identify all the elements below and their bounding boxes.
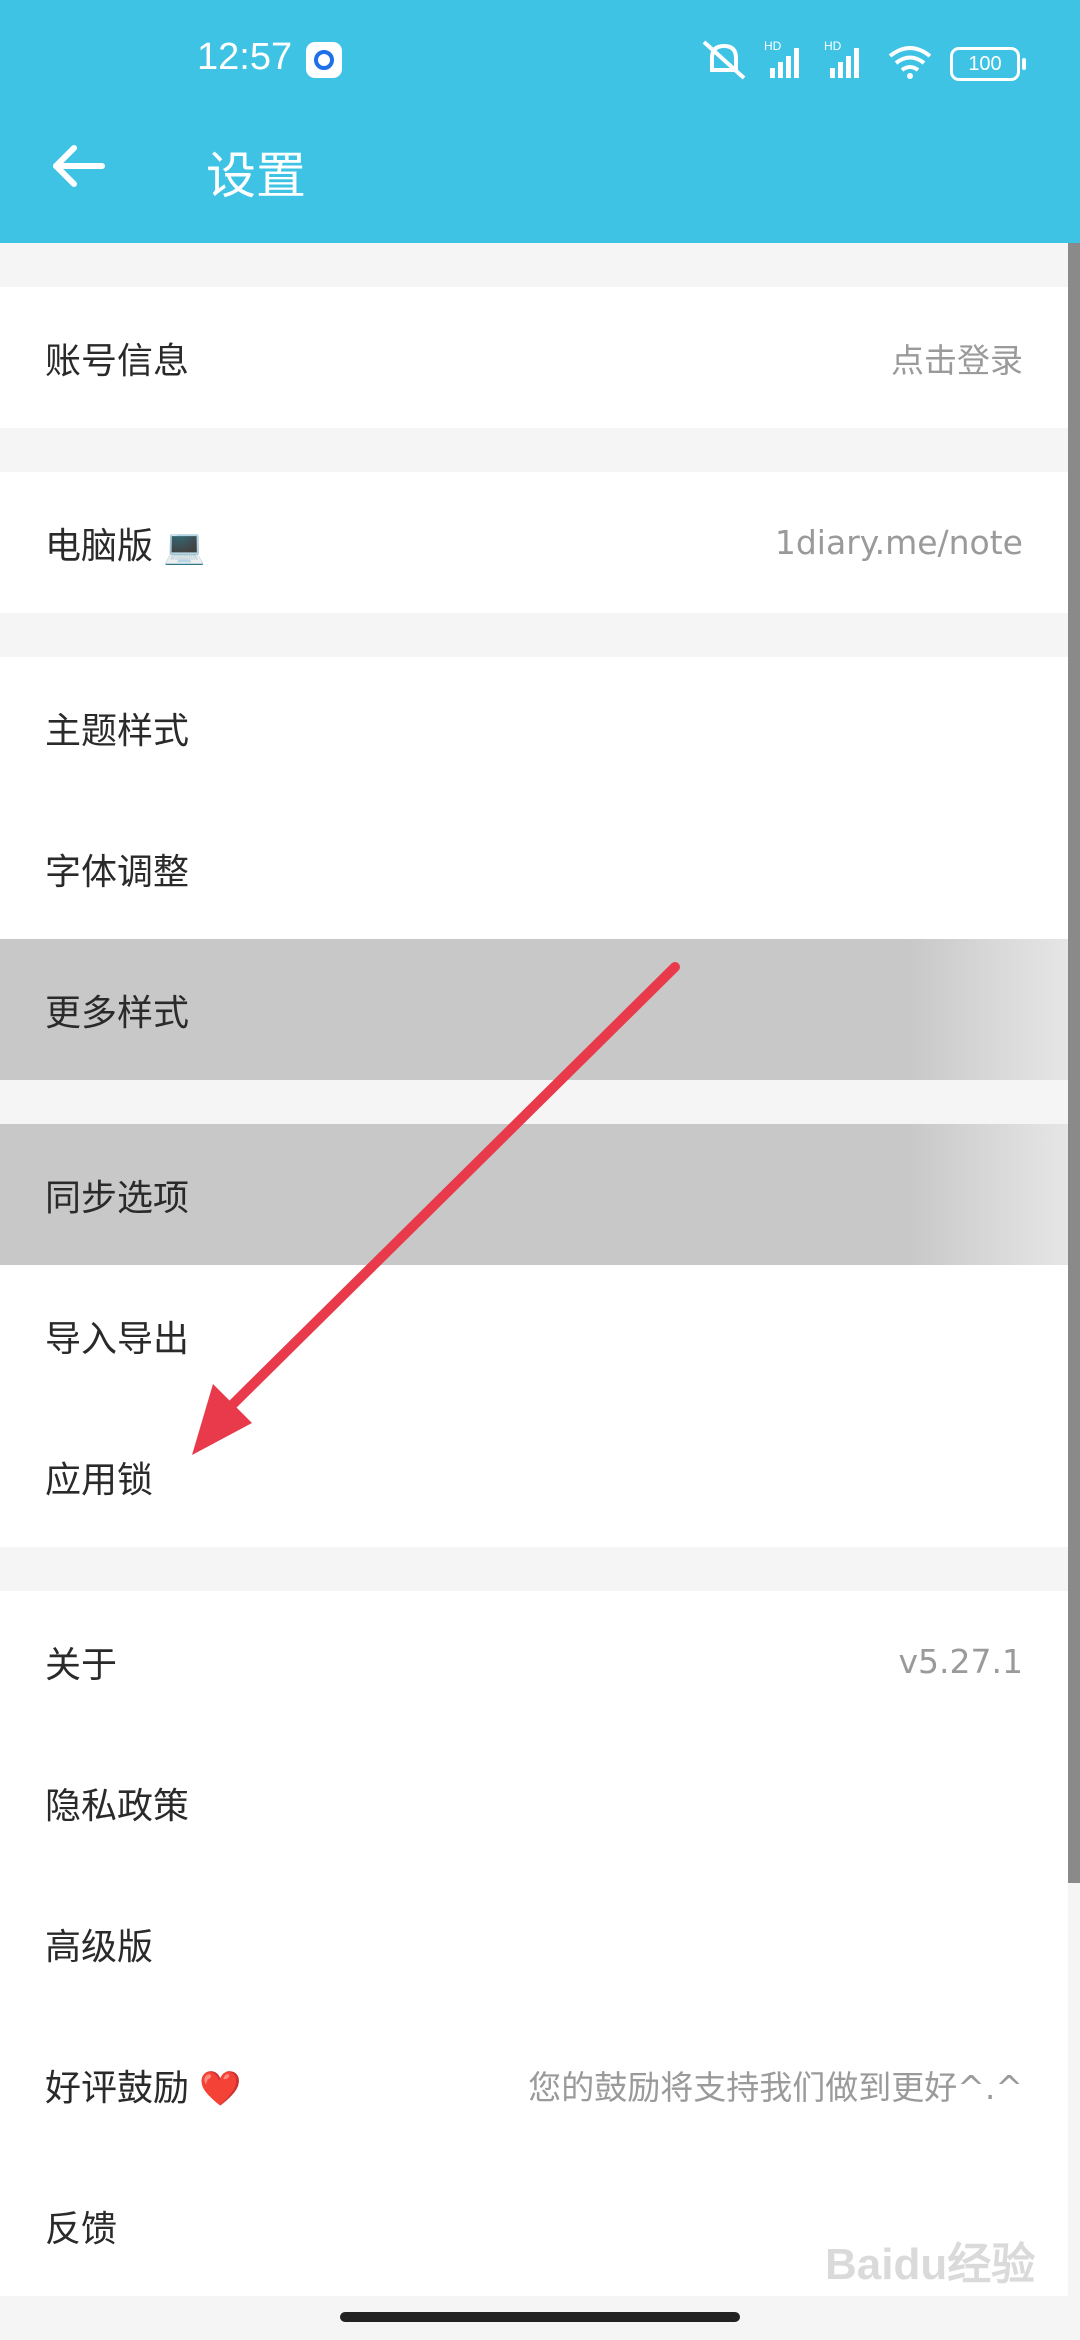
item-label: 同步选项 — [45, 1177, 190, 1219]
settings-item-privacy[interactable]: 隐私政策 — [0, 1732, 1068, 1873]
item-label: 电脑版 💻 — [45, 517, 205, 569]
back-arrow-icon[interactable] — [48, 140, 108, 200]
settings-item-font[interactable]: 字体调整 — [0, 798, 1068, 939]
page-title: 设置 — [206, 147, 306, 205]
battery-icon: 100 — [950, 47, 1026, 81]
version-value: v5.27.1 — [898, 1642, 1024, 1681]
settings-item-sync[interactable]: 同步选项 — [0, 1124, 1068, 1265]
item-label: 应用锁 — [45, 1459, 154, 1501]
section-divider — [0, 1080, 1080, 1124]
app-header: 12:57 HD HD 100 设置 — [0, 0, 1080, 243]
item-label: 高级版 — [45, 1926, 154, 1968]
item-value: 1diary.me/note — [774, 523, 1023, 562]
item-label: 关于 — [45, 1644, 118, 1686]
settings-item-rate[interactable]: 好评鼓励 ❤️ 您的鼓励将支持我们做到更好^.^ — [0, 2014, 1068, 2155]
item-value: 您的鼓励将支持我们做到更好^.^ — [528, 2067, 1023, 2107]
item-label: 主题样式 — [45, 710, 190, 752]
wifi-icon — [888, 46, 932, 79]
heart-icon: ❤️ — [199, 2068, 242, 2109]
item-label-text: 好评鼓励 — [45, 2067, 190, 2109]
svg-text:HD: HD — [824, 39, 842, 53]
section-divider — [0, 1547, 1080, 1591]
scrollbar[interactable] — [1068, 243, 1080, 1883]
home-indicator[interactable] — [340, 2312, 740, 2322]
item-label: 隐私政策 — [45, 1785, 190, 1827]
settings-item-desktop[interactable]: 电脑版 💻 1diary.me/note — [0, 472, 1068, 613]
item-label-text: 电脑版 — [45, 525, 154, 567]
settings-item-about[interactable]: 关于 v5.27.1 — [0, 1591, 1068, 1732]
laptop-icon: 💻 — [163, 526, 206, 567]
settings-item-account[interactable]: 账号信息 点击登录 — [0, 287, 1068, 428]
settings-item-import-export[interactable]: 导入导出 — [0, 1265, 1068, 1406]
section-divider — [0, 428, 1080, 472]
section-divider — [0, 613, 1080, 657]
status-time: 12:57 — [197, 36, 293, 78]
settings-item-more-styles[interactable]: 更多样式 — [0, 939, 1068, 1080]
item-value: 点击登录 — [891, 340, 1023, 380]
item-label: 更多样式 — [45, 992, 190, 1034]
signal-hd-icon: HD — [824, 39, 859, 78]
svg-text:HD: HD — [764, 39, 782, 53]
status-icons: HD HD — [702, 39, 932, 80]
item-label: 反馈 — [45, 2208, 118, 2250]
item-label: 好评鼓励 ❤️ — [45, 2059, 241, 2111]
settings-item-app-lock[interactable]: 应用锁 — [0, 1406, 1068, 1547]
item-label: 账号信息 — [45, 340, 190, 382]
settings-item-theme[interactable]: 主题样式 — [0, 657, 1068, 798]
signal-hd-icon: HD — [764, 39, 799, 78]
settings-list: 账号信息 点击登录 电脑版 💻 1diary.me/note 主题样式 字体调整 … — [0, 243, 1080, 2296]
mute-icon — [702, 40, 746, 80]
section-divider — [0, 243, 1080, 287]
app-notification-icon — [306, 42, 342, 78]
watermark: Baidu经验 — [825, 2240, 1036, 2289]
item-label: 导入导出 — [45, 1318, 190, 1360]
item-label: 字体调整 — [45, 851, 190, 893]
settings-item-premium[interactable]: 高级版 — [0, 1873, 1068, 2014]
